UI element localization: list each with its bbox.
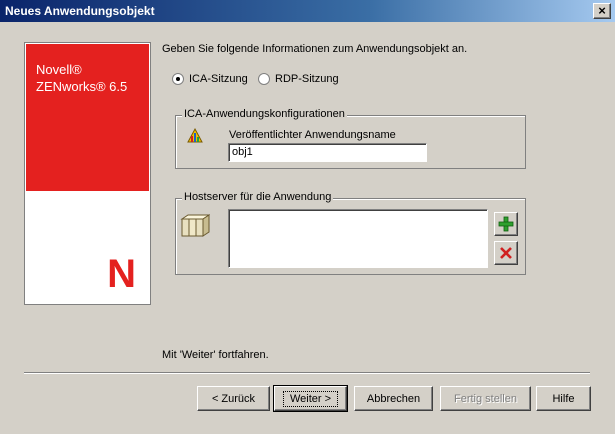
instruction-text: Geben Sie folgende Informationen zum Anw… [162,43,468,55]
remove-icon [500,247,512,259]
branding-red-banner: Novell® ZENworks® 6.5 [26,44,149,191]
radio-indicator [258,73,270,85]
help-button[interactable]: Hilfe [536,386,591,411]
app-name-input[interactable]: obj1 [228,143,427,162]
window-title: Neues Anwendungsobjekt [5,4,155,18]
continue-hint: Mit 'Weiter' fortfahren. [162,349,269,361]
add-server-button[interactable] [494,212,518,236]
help-button-label: Hilfe [552,392,575,405]
add-icon [498,216,514,232]
back-button-label: < Zurück [211,392,256,405]
close-button[interactable]: × [593,3,611,19]
host-server-list[interactable] [228,209,488,268]
cancel-button-label: Abbrechen [366,392,421,405]
app-name-label: Veröffentlichter Anwendungsname [229,129,396,141]
radio-rdp-session[interactable]: RDP-Sitzung [258,73,339,85]
back-button[interactable]: < Zurück [197,386,270,411]
novell-logo: N [107,252,136,296]
group-legend: ICA-Anwendungskonfigurationen [182,108,347,120]
brand-product: ZENworks® 6.5 [36,79,128,94]
cancel-button[interactable]: Abbrechen [354,386,433,411]
finish-button-label: Fertig stellen [454,392,517,405]
next-button-label: Weiter > [282,390,339,407]
dialog-window: Neues Anwendungsobjekt × Novell® ZENwork… [0,0,615,434]
citrix-app-icon [187,127,203,143]
radio-label: ICA-Sitzung [189,73,248,85]
next-button[interactable]: Weiter > [273,385,348,412]
radio-indicator [172,73,184,85]
remove-server-button[interactable] [494,241,518,265]
finish-button: Fertig stellen [440,386,531,411]
button-separator [24,372,590,374]
radio-ica-session[interactable]: ICA-Sitzung [172,73,248,85]
group-legend: Hostserver für die Anwendung [182,191,334,203]
branding-panel: Novell® ZENworks® 6.5 N [24,42,151,305]
radio-label: RDP-Sitzung [275,73,339,85]
brand-company: Novell® [36,62,82,77]
server-icon [180,214,210,237]
title-bar: Neues Anwendungsobjekt × [0,0,615,22]
